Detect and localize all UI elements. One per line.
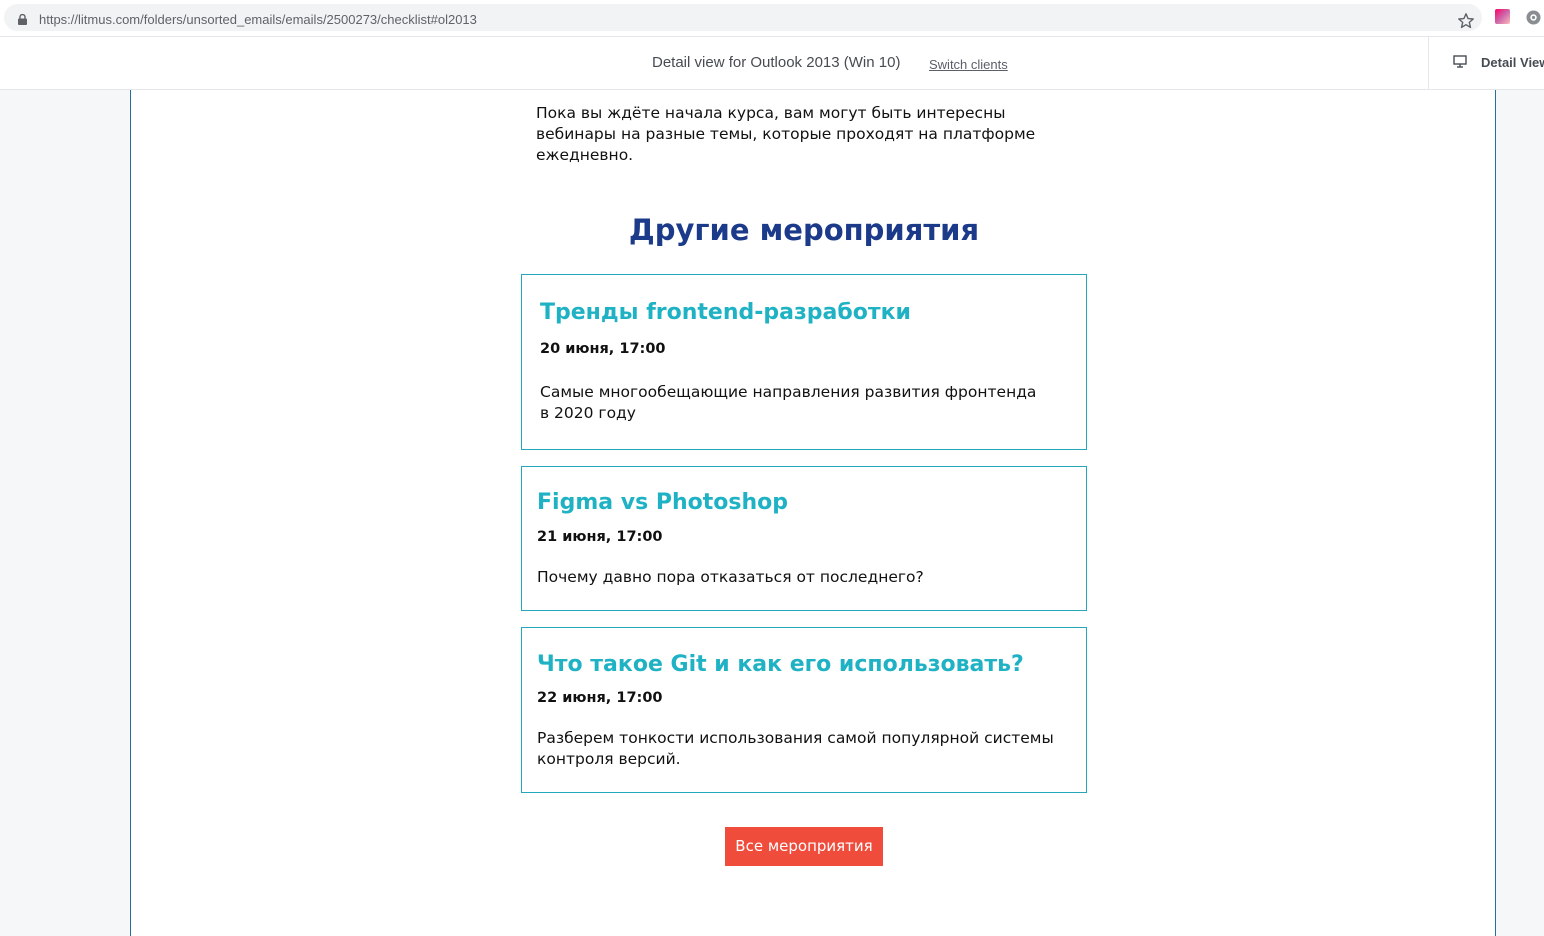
lock-icon — [18, 14, 27, 25]
header-divider — [1428, 37, 1429, 90]
event-title[interactable]: Что такое Git и как его использовать? — [537, 652, 1024, 677]
event-title[interactable]: Figma vs Photoshop — [537, 490, 788, 515]
url-text: https://litmus.com/folders/unsorted_emai… — [39, 12, 477, 27]
event-description: Самые многообещающие направления развити… — [540, 383, 1037, 422]
event-date: 22 июня, 17:00 — [537, 690, 663, 706]
event-date: 20 июня, 17:00 — [540, 341, 666, 357]
event-card: Тренды frontend-разработки 20 июня, 17:0… — [521, 274, 1087, 450]
section-title: Другие мероприятия — [628, 213, 980, 247]
tab-detail-view[interactable]: Detail View — [1481, 55, 1544, 70]
event-card: Что такое Git и как его использовать? 22… — [521, 627, 1087, 793]
intro-text: Пока вы ждёте начала курса, вам могут бы… — [536, 104, 1036, 164]
all-events-button[interactable]: Все мероприятия — [725, 827, 883, 866]
switch-clients-link[interactable]: Switch clients — [929, 57, 1008, 72]
url-field[interactable]: https://litmus.com/folders/unsorted_emai… — [4, 4, 1482, 31]
browser-address-bar: https://litmus.com/folders/unsorted_emai… — [0, 0, 1544, 36]
event-description: Почему давно пора отказаться от последне… — [537, 568, 924, 586]
event-card: Figma vs Photoshop 21 июня, 17:00 Почему… — [521, 466, 1087, 611]
monitor-icon — [1453, 55, 1467, 68]
event-title[interactable]: Тренды frontend-разработки — [540, 300, 911, 325]
litmus-header: Detail view for Outlook 2013 (Win 10) Sw… — [0, 36, 1544, 90]
settings-icon[interactable] — [1525, 9, 1542, 26]
star-icon[interactable] — [1457, 12, 1475, 30]
event-description: Разберем тонкости использования самой по… — [537, 729, 1054, 768]
extension-icon[interactable] — [1495, 9, 1510, 24]
page-title: Detail view for Outlook 2013 (Win 10) — [652, 54, 901, 71]
event-date: 21 июня, 17:00 — [537, 529, 663, 545]
